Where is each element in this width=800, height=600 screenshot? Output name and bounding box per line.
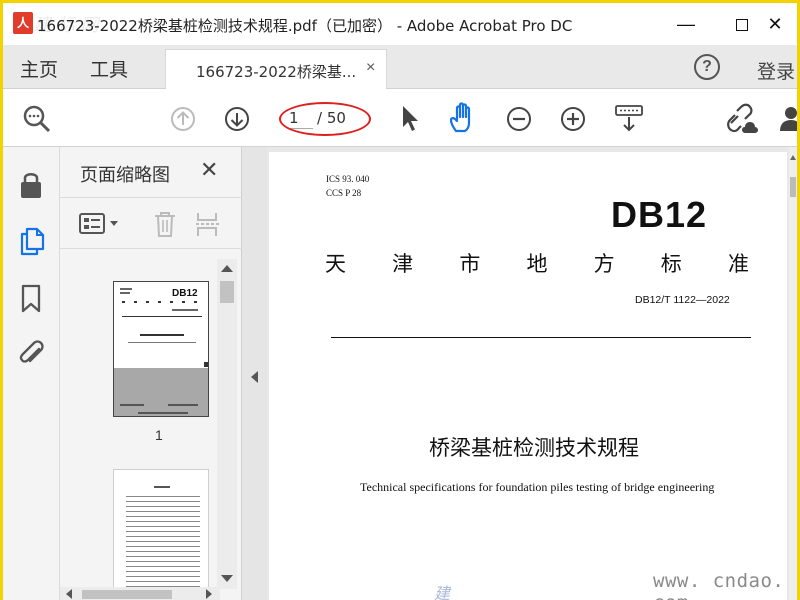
- title-char: 天: [325, 252, 346, 276]
- acrobat-app-icon[interactable]: 人: [13, 12, 33, 34]
- title-char: 标: [660, 252, 682, 276]
- select-cursor-icon[interactable]: [399, 103, 421, 133]
- thumb-text-line: [168, 404, 198, 406]
- window-title: 166723-2022桥梁基桩检测技术规程.pdf（已加密） - Adobe A…: [37, 17, 573, 35]
- title-char: 地: [526, 252, 548, 276]
- page-thumbnail-1[interactable]: DB12: [113, 281, 209, 417]
- thumb-text-line: [120, 404, 144, 406]
- scroll-left-arrow-icon[interactable]: [66, 589, 72, 599]
- db-logo: DB12: [611, 194, 708, 235]
- tab-tools[interactable]: 工具: [90, 55, 128, 82]
- search-zoom-icon[interactable]: [21, 103, 53, 135]
- user-icon[interactable]: [779, 105, 797, 133]
- title-char: 方: [593, 252, 615, 276]
- title-char: 准: [727, 252, 749, 276]
- login-link[interactable]: 登录: [757, 57, 795, 84]
- horizontal-rule: [331, 337, 751, 338]
- hand-tool-icon[interactable]: [447, 101, 481, 135]
- page-thumbnail-2[interactable]: [113, 469, 209, 600]
- thumb-heading-line: [154, 486, 170, 488]
- ccs-code: CCS P 28: [326, 188, 362, 198]
- scroll-mode-icon[interactable]: [613, 103, 645, 135]
- scroll-up-arrow-icon[interactable]: [790, 155, 796, 160]
- thumbnail-panel-close-button[interactable]: ✕: [200, 157, 218, 183]
- bookmark-icon[interactable]: [19, 283, 43, 315]
- thumbnail-scrollbar[interactable]: [217, 259, 237, 589]
- document-page: ICS 93. 040 CCS P 28 DB12 天 津 市 地 方 标 准 …: [269, 152, 787, 600]
- page-watermark: 建: [434, 586, 451, 600]
- thumbnail-horizontal-scrollbar[interactable]: [60, 587, 220, 600]
- title-char: 津: [392, 252, 414, 276]
- maximize-icon: [736, 19, 748, 32]
- thumb-text-line: [120, 292, 130, 294]
- red-highlight-ellipse: [279, 102, 371, 136]
- horizontal-scroll-thumb[interactable]: [82, 590, 172, 599]
- extract-page-icon[interactable]: [194, 210, 222, 238]
- close-window-button[interactable]: ✕: [753, 9, 797, 39]
- thumb-rule: [122, 316, 202, 317]
- thumb-resize-handle[interactable]: [204, 362, 208, 367]
- thumbnail-panel: 页面缩略图 ✕ DB12 1: [60, 147, 242, 600]
- thumb-subtitle-line: [128, 342, 196, 343]
- scroll-down-arrow-icon[interactable]: [221, 575, 233, 582]
- thumb-toc-lines: [126, 496, 200, 596]
- zoom-in-icon[interactable]: [559, 105, 587, 133]
- attachment-icon[interactable]: [17, 339, 47, 371]
- zoom-out-icon[interactable]: [505, 105, 533, 133]
- help-icon[interactable]: ?: [694, 54, 720, 80]
- title-char: 市: [459, 252, 481, 276]
- scroll-up-arrow-icon[interactable]: [221, 265, 233, 272]
- next-page-icon[interactable]: [223, 105, 251, 133]
- document-title-english: Technical specifications for foundation …: [360, 480, 715, 494]
- ics-code: ICS 93. 040: [326, 174, 370, 184]
- pages-icon[interactable]: [17, 225, 47, 257]
- document-tab-close-button[interactable]: ×: [366, 59, 375, 77]
- minimize-button[interactable]: —: [663, 9, 709, 39]
- document-title-chinese: 桥梁基桩检测技术规程: [429, 436, 639, 460]
- scroll-right-arrow-icon[interactable]: [206, 589, 212, 599]
- collapse-arrow-icon[interactable]: [251, 371, 258, 383]
- thumb-text-line: [120, 288, 132, 290]
- standard-type-title: 天 津 市 地 方 标 准: [325, 248, 749, 278]
- title-bar: 人 建 标 网 166723-2022桥梁基桩检测技术规程.pdf（已加密） -…: [3, 3, 797, 45]
- panel-splitter[interactable]: [242, 147, 267, 600]
- document-view[interactable]: ICS 93. 040 CCS P 28 DB12 天 津 市 地 方 标 准 …: [267, 147, 797, 600]
- thumbnail-scroll-thumb[interactable]: [220, 281, 234, 303]
- document-tab[interactable]: 166723-2022桥梁基... ×: [165, 49, 387, 90]
- thumb-text-line: [138, 412, 188, 414]
- thumb-text-line: [172, 309, 198, 311]
- thumb-title-line: [140, 334, 184, 336]
- document-scrollbar[interactable]: [789, 147, 797, 600]
- lock-icon[interactable]: [17, 169, 45, 201]
- toolbar: / 50: [3, 89, 797, 147]
- thumb-db-logo: DB12: [172, 288, 198, 299]
- thumbnail-shaded-area: [114, 368, 208, 416]
- share-link-icon[interactable]: [725, 103, 759, 135]
- document-tab-label: 166723-2022桥梁基...: [196, 63, 357, 81]
- tab-bar: 主页 工具 166723-2022桥梁基... × ? 登录: [3, 45, 797, 90]
- site-watermark: www. cndao. com: [653, 570, 785, 600]
- thumb-heading-line: [122, 301, 202, 303]
- page-thumbnail-label: 1: [155, 427, 163, 443]
- tab-home[interactable]: 主页: [20, 55, 58, 82]
- left-rail: [3, 147, 60, 600]
- thumbnail-panel-title: 页面缩略图: [80, 165, 170, 186]
- document-scroll-thumb[interactable]: [790, 177, 796, 197]
- standard-number: DB12/T 1122—2022: [635, 294, 730, 306]
- thumbnail-options-icon[interactable]: [78, 212, 126, 236]
- thumbnail-toolbar: [60, 197, 242, 249]
- prev-page-icon[interactable]: [169, 105, 197, 133]
- delete-page-icon[interactable]: [152, 210, 178, 238]
